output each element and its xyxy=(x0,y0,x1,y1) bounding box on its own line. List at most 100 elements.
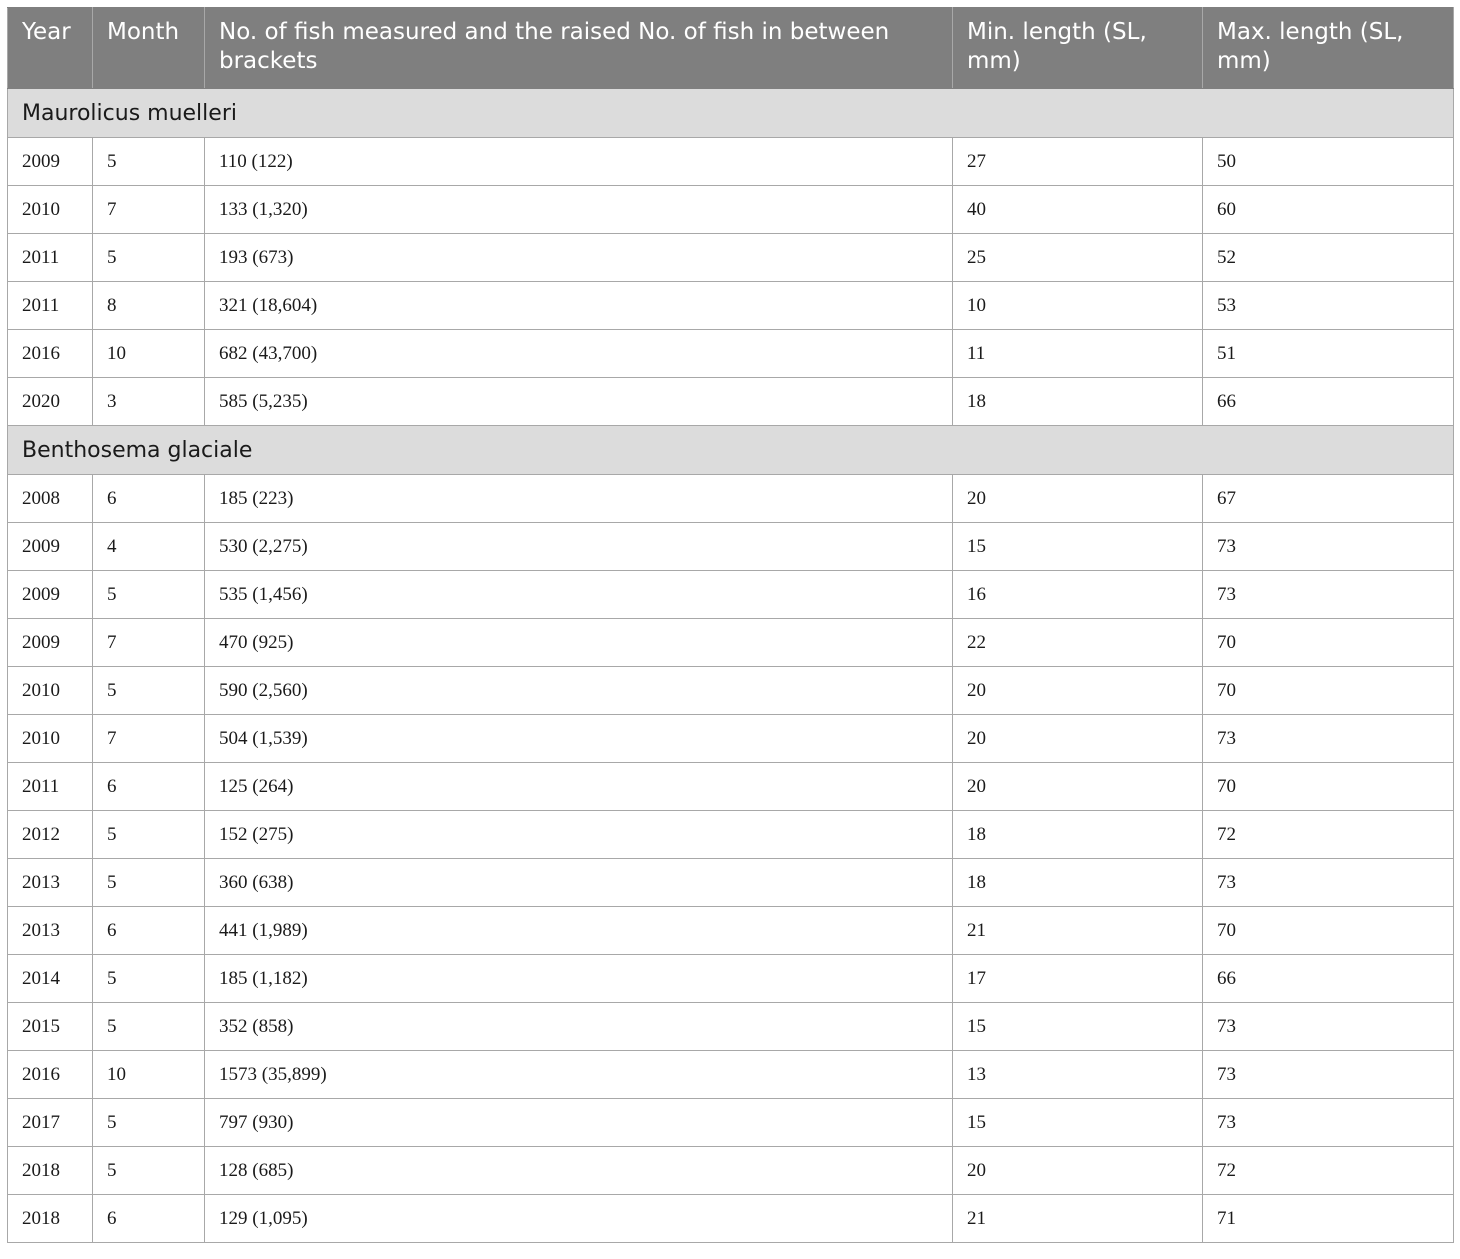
cell-year: 2017 xyxy=(7,1098,93,1147)
species-name: Maurolicus muelleri xyxy=(7,88,1454,138)
cell-max-length: 53 xyxy=(1202,281,1454,330)
cell-year: 2014 xyxy=(7,954,93,1003)
cell-max-length: 73 xyxy=(1202,1098,1454,1147)
cell-max-length: 73 xyxy=(1202,1050,1454,1099)
cell-max-length: 73 xyxy=(1202,570,1454,619)
table-row: 2009 7 470 (925) 22 70 xyxy=(7,618,1454,667)
species-group-row: Benthosema glaciale xyxy=(7,425,1454,475)
cell-max-length: 73 xyxy=(1202,714,1454,763)
cell-max-length: 72 xyxy=(1202,1146,1454,1195)
table-row: 2018 5 128 (685) 20 72 xyxy=(7,1146,1454,1195)
cell-month: 7 xyxy=(92,185,205,234)
cell-year: 2009 xyxy=(7,522,93,571)
cell-year: 2016 xyxy=(7,329,93,378)
cell-fish-count: 133 (1,320) xyxy=(204,185,953,234)
cell-min-length: 18 xyxy=(952,810,1203,859)
cell-month: 5 xyxy=(92,570,205,619)
species-name: Benthosema glaciale xyxy=(7,425,1454,475)
cell-max-length: 50 xyxy=(1202,137,1454,186)
cell-max-length: 70 xyxy=(1202,906,1454,955)
cell-year: 2018 xyxy=(7,1194,93,1243)
cell-min-length: 10 xyxy=(952,281,1203,330)
header-row: Year Month No. of fish measured and the … xyxy=(7,7,1454,89)
cell-min-length: 16 xyxy=(952,570,1203,619)
table-row: 2010 7 133 (1,320) 40 60 xyxy=(7,185,1454,234)
cell-month: 7 xyxy=(92,618,205,667)
cell-month: 5 xyxy=(92,810,205,859)
cell-year: 2011 xyxy=(7,762,93,811)
cell-fish-count: 321 (18,604) xyxy=(204,281,953,330)
cell-fish-count: 125 (264) xyxy=(204,762,953,811)
cell-month: 5 xyxy=(92,1002,205,1051)
cell-min-length: 20 xyxy=(952,714,1203,763)
cell-fish-count: 185 (1,182) xyxy=(204,954,953,1003)
cell-month: 3 xyxy=(92,377,205,426)
table-row: 2017 5 797 (930) 15 73 xyxy=(7,1098,1454,1147)
cell-fish-count: 352 (858) xyxy=(204,1002,953,1051)
cell-max-length: 52 xyxy=(1202,233,1454,282)
cell-fish-count: 535 (1,456) xyxy=(204,570,953,619)
table-row: 2013 6 441 (1,989) 21 70 xyxy=(7,906,1454,955)
cell-min-length: 18 xyxy=(952,858,1203,907)
cell-year: 2012 xyxy=(7,810,93,859)
table-row: 2014 5 185 (1,182) 17 66 xyxy=(7,954,1454,1003)
cell-fish-count: 682 (43,700) xyxy=(204,329,953,378)
table-row: 2015 5 352 (858) 15 73 xyxy=(7,1002,1454,1051)
cell-min-length: 40 xyxy=(952,185,1203,234)
cell-max-length: 60 xyxy=(1202,185,1454,234)
table-row: 2016 10 1573 (35,899) 13 73 xyxy=(7,1050,1454,1099)
cell-min-length: 17 xyxy=(952,954,1203,1003)
cell-min-length: 20 xyxy=(952,474,1203,523)
cell-year: 2011 xyxy=(7,233,93,282)
table-row: 2009 4 530 (2,275) 15 73 xyxy=(7,522,1454,571)
cell-year: 2009 xyxy=(7,570,93,619)
cell-fish-count: 110 (122) xyxy=(204,137,953,186)
cell-fish-count: 530 (2,275) xyxy=(204,522,953,571)
cell-max-length: 73 xyxy=(1202,522,1454,571)
cell-year: 2009 xyxy=(7,137,93,186)
cell-year: 2010 xyxy=(7,185,93,234)
cell-year: 2018 xyxy=(7,1146,93,1195)
cell-max-length: 73 xyxy=(1202,858,1454,907)
table-header: Year Month No. of fish measured and the … xyxy=(7,7,1454,89)
table-row: 2011 5 193 (673) 25 52 xyxy=(7,233,1454,282)
cell-fish-count: 585 (5,235) xyxy=(204,377,953,426)
cell-year: 2013 xyxy=(7,906,93,955)
cell-month: 5 xyxy=(92,666,205,715)
header-max-length: Max. length (SL, mm) xyxy=(1202,7,1454,89)
cell-fish-count: 590 (2,560) xyxy=(204,666,953,715)
table-row: 2012 5 152 (275) 18 72 xyxy=(7,810,1454,859)
cell-month: 8 xyxy=(92,281,205,330)
cell-month: 6 xyxy=(92,906,205,955)
header-min-length: Min. length (SL, mm) xyxy=(952,7,1203,89)
cell-month: 5 xyxy=(92,1098,205,1147)
table-row: 2009 5 110 (122) 27 50 xyxy=(7,137,1454,186)
cell-min-length: 13 xyxy=(952,1050,1203,1099)
cell-min-length: 20 xyxy=(952,666,1203,715)
table-row: 2018 6 129 (1,095) 21 71 xyxy=(7,1194,1454,1243)
cell-fish-count: 360 (638) xyxy=(204,858,953,907)
cell-year: 2020 xyxy=(7,377,93,426)
cell-min-length: 11 xyxy=(952,329,1203,378)
cell-min-length: 20 xyxy=(952,1146,1203,1195)
cell-fish-count: 504 (1,539) xyxy=(204,714,953,763)
cell-max-length: 66 xyxy=(1202,954,1454,1003)
fish-length-table: Year Month No. of fish measured and the … xyxy=(7,7,1454,1243)
cell-fish-count: 1573 (35,899) xyxy=(204,1050,953,1099)
cell-max-length: 67 xyxy=(1202,474,1454,523)
cell-month: 6 xyxy=(92,474,205,523)
cell-fish-count: 185 (223) xyxy=(204,474,953,523)
header-month: Month xyxy=(92,7,205,89)
cell-month: 10 xyxy=(92,1050,205,1099)
table-row: 2010 5 590 (2,560) 20 70 xyxy=(7,666,1454,715)
cell-min-length: 21 xyxy=(952,906,1203,955)
cell-fish-count: 441 (1,989) xyxy=(204,906,953,955)
cell-max-length: 71 xyxy=(1202,1194,1454,1243)
cell-month: 4 xyxy=(92,522,205,571)
cell-min-length: 18 xyxy=(952,377,1203,426)
cell-fish-count: 470 (925) xyxy=(204,618,953,667)
header-fish-count: No. of fish measured and the raised No. … xyxy=(204,7,953,89)
cell-min-length: 25 xyxy=(952,233,1203,282)
cell-year: 2013 xyxy=(7,858,93,907)
cell-month: 5 xyxy=(92,1146,205,1195)
